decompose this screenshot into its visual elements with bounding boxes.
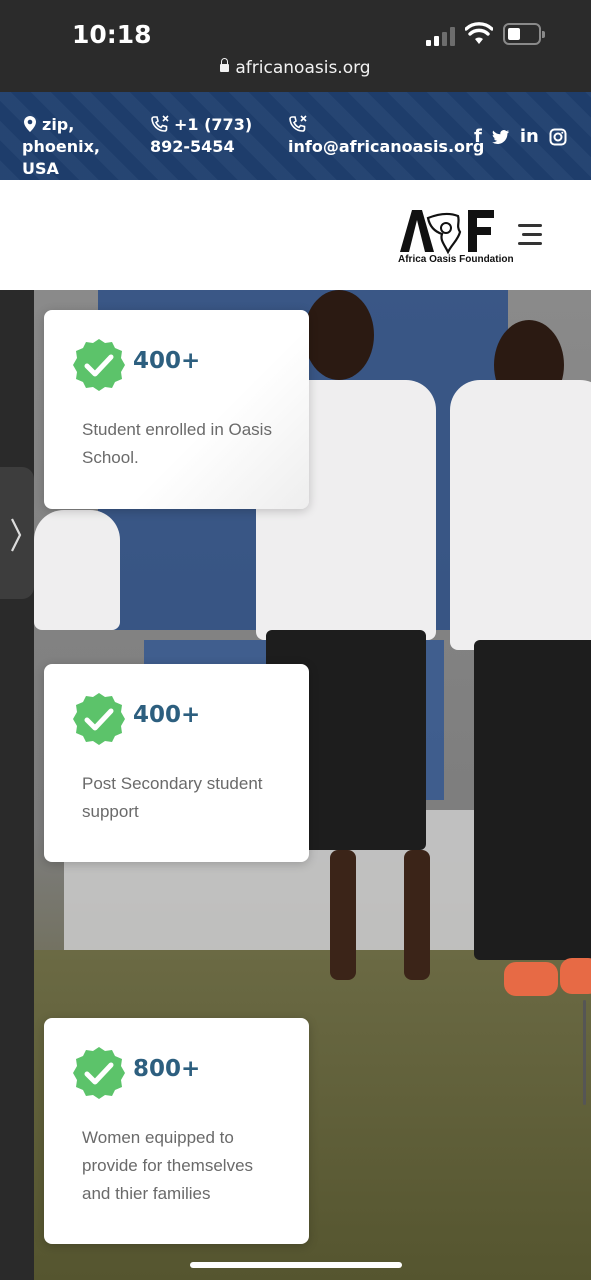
stat-card: 400+ Student enrolled in Oasis School. bbox=[44, 310, 309, 509]
status-time: 10:18 bbox=[72, 20, 152, 49]
check-badge-icon bbox=[73, 693, 125, 745]
stat-card: 800+ Women equipped to provide for thems… bbox=[44, 1018, 309, 1244]
social-links: f in bbox=[474, 126, 567, 147]
lock-icon bbox=[220, 58, 230, 72]
phone-x-icon bbox=[289, 115, 307, 132]
facebook-icon[interactable]: f bbox=[474, 126, 482, 147]
twitter-icon[interactable] bbox=[491, 129, 510, 145]
stat-label: Student enrolled in Oasis School. bbox=[82, 420, 272, 467]
contact-info-bar: zip, phoenix, USA +1 (773) 892-5454 info… bbox=[0, 92, 591, 180]
address-bar[interactable]: africanoasis.org bbox=[0, 58, 591, 78]
logo-subtitle: Africa Oasis Foundation bbox=[398, 254, 514, 265]
check-badge-icon bbox=[73, 1047, 125, 1099]
location-pin-icon bbox=[24, 116, 36, 132]
battery-icon bbox=[503, 23, 545, 45]
stat-count: 800+ bbox=[133, 1056, 201, 1082]
linkedin-icon[interactable]: in bbox=[520, 126, 539, 147]
scroll-indicator bbox=[583, 1000, 586, 1105]
email-item[interactable]: info@africanoasis.org bbox=[288, 114, 484, 158]
url-text: africanoasis.org bbox=[235, 58, 371, 78]
hamburger-menu-button[interactable] bbox=[518, 224, 542, 246]
site-header: Africa Oasis Foundation bbox=[0, 180, 591, 290]
stat-count: 400+ bbox=[133, 348, 201, 374]
email-text: info@africanoasis.org bbox=[288, 137, 485, 156]
stat-label: Women equipped to provide for themselves… bbox=[82, 1128, 254, 1203]
africa-map-logo-icon bbox=[400, 210, 494, 254]
home-indicator[interactable] bbox=[190, 1262, 402, 1268]
site-logo[interactable]: Africa Oasis Foundation bbox=[398, 208, 514, 268]
phone-icon bbox=[151, 115, 169, 132]
side-drawer-toggle[interactable] bbox=[0, 467, 34, 599]
stat-label: Post Secondary student support bbox=[82, 774, 263, 821]
chevron-right-icon bbox=[11, 518, 22, 552]
status-bar: 10:18 africanoasis.org bbox=[0, 0, 591, 92]
instagram-icon[interactable] bbox=[549, 128, 567, 146]
check-badge-icon bbox=[73, 339, 125, 391]
cellular-signal-icon bbox=[426, 26, 456, 46]
address-item: zip, phoenix, USA bbox=[22, 114, 142, 180]
phone-item[interactable]: +1 (773) 892-5454 bbox=[150, 114, 290, 158]
wifi-icon bbox=[465, 22, 493, 44]
stat-count: 400+ bbox=[133, 702, 201, 728]
stat-card: 400+ Post Secondary student support bbox=[44, 664, 309, 862]
